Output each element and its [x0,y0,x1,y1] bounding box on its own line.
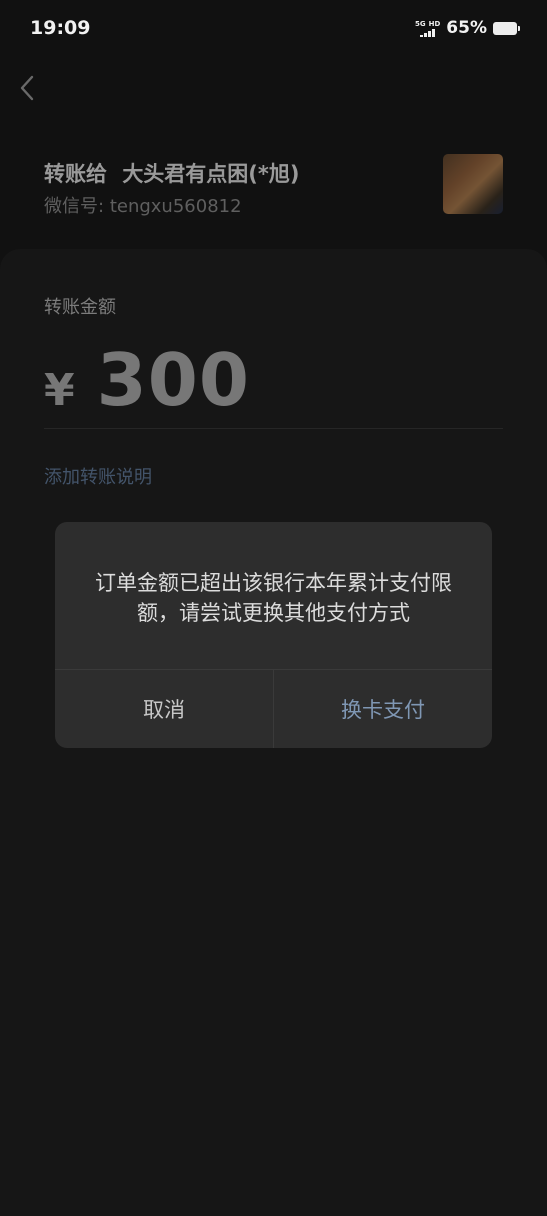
transfer-page: 19:09 5G HD 65% 转账给 大头君有点困(*旭) 微信号: teng… [0,0,547,1216]
wechat-id-label: 微信号: [44,196,105,217]
payee-prefix: 转账给 [44,162,107,186]
cellular-signal-icon: 5G HD [415,20,440,37]
add-note-link[interactable]: 添加转账说明 [44,463,152,489]
currency-symbol: ¥ [44,365,75,416]
switch-card-button[interactable]: 换卡支付 [274,670,492,748]
hd-indicator: HD [428,19,441,28]
battery-percent: 65% [446,18,487,38]
back-button[interactable] [14,70,46,106]
limit-exceeded-dialog: 订单金额已超出该银行本年累计支付限额，请尝试更换其他支付方式 取消 换卡支付 [55,522,492,748]
dialog-message: 订单金额已超出该银行本年累计支付限额，请尝试更换其他支付方式 [95,571,452,625]
chevron-left-icon [20,75,34,101]
status-time: 19:09 [30,17,91,39]
network-type: 5G [415,19,426,28]
amount-label: 转账金额 [44,297,116,318]
amount-input[interactable]: ¥ 300 [44,338,250,422]
wechat-id-row: 微信号: tengxu560812 [44,192,242,218]
amount-value: 300 [96,338,250,422]
wechat-id: tengxu560812 [109,196,242,217]
payee-name: 大头君有点困(*旭) [122,162,300,186]
cancel-button[interactable]: 取消 [55,670,273,748]
amount-divider [44,428,503,429]
payee-title: 转账给 大头君有点困(*旭) [44,158,300,188]
battery-icon [493,21,520,35]
status-bar: 19:09 5G HD 65% [0,0,547,60]
avatar[interactable] [443,154,503,214]
status-indicators: 5G HD 65% [415,18,520,38]
